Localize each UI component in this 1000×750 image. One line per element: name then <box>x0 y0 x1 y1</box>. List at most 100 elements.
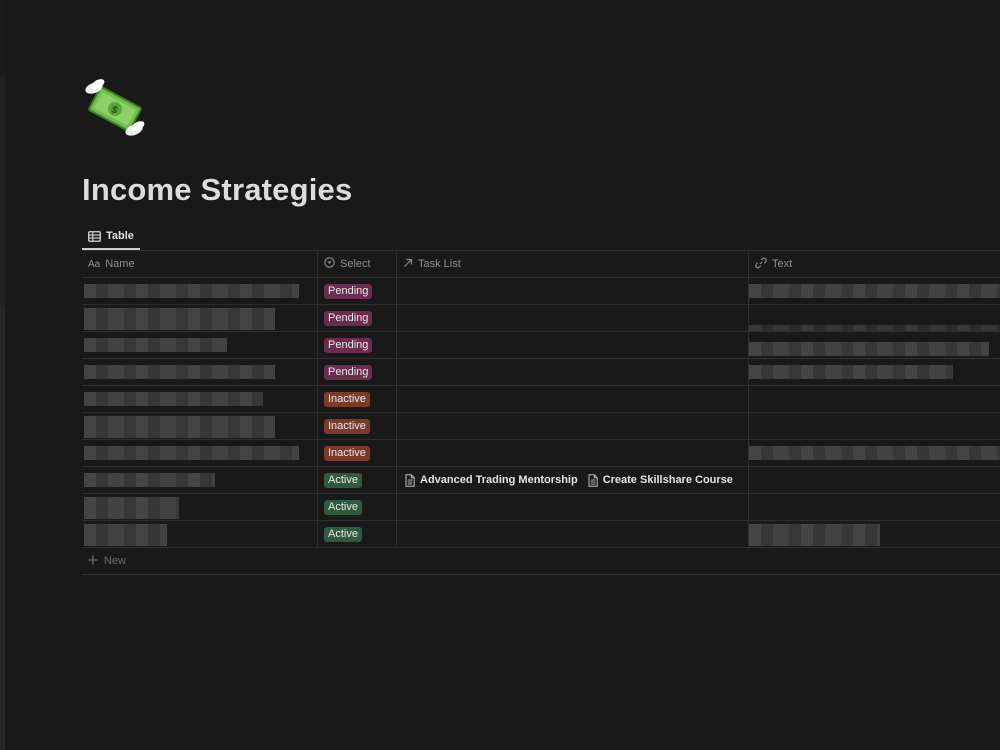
related-page-title: Advanced Trading Mentorship <box>420 474 578 486</box>
select-cell[interactable]: Active <box>318 494 397 520</box>
text-cell[interactable] <box>749 467 1000 493</box>
related-page-link[interactable]: Create Skillshare Course <box>588 473 733 487</box>
task-list-cell[interactable] <box>397 305 749 331</box>
redacted-text <box>749 365 953 379</box>
select-cell[interactable]: Pending <box>318 332 397 358</box>
select-cell[interactable]: Inactive <box>318 440 397 466</box>
select-cell[interactable]: Pending <box>318 278 397 304</box>
task-list-cell[interactable]: Advanced Trading Mentorship Create Skill… <box>397 467 749 493</box>
redacted-name <box>84 338 227 352</box>
text-cell[interactable] <box>749 332 1000 358</box>
select-cell[interactable]: Inactive <box>318 386 397 412</box>
redacted-text <box>749 284 1000 298</box>
page-document-icon <box>405 473 415 487</box>
tab-table-label: Table <box>106 230 134 242</box>
left-edge-scroll-area <box>0 305 5 750</box>
task-list-cell[interactable] <box>397 521 749 547</box>
name-cell[interactable] <box>82 521 318 547</box>
redacted-name <box>84 284 299 298</box>
column-header-label: Text <box>772 258 793 270</box>
text-cell[interactable] <box>749 521 1000 547</box>
page-document-icon <box>588 473 598 487</box>
page-title[interactable]: Income Strategies <box>82 172 352 208</box>
redacted-text <box>749 524 880 546</box>
text-cell[interactable] <box>749 413 1000 439</box>
redacted-name <box>84 392 263 406</box>
text-cell[interactable] <box>749 359 1000 385</box>
table-row[interactable]: Active Advanced Trading Mentorship Creat… <box>82 467 1000 494</box>
task-list-cell[interactable] <box>397 359 749 385</box>
status-tag[interactable]: Pending <box>324 310 373 326</box>
add-new-row-button[interactable]: New <box>82 548 1000 575</box>
name-cell[interactable] <box>82 332 318 358</box>
text-cell[interactable] <box>749 494 1000 520</box>
status-tag[interactable]: Inactive <box>324 391 370 407</box>
flying-money-icon[interactable]: $ <box>82 76 148 142</box>
status-tag[interactable]: Active <box>324 526 362 542</box>
select-property-icon <box>324 257 335 271</box>
relation-arrow-icon <box>403 258 413 271</box>
table-row[interactable]: Inactive <box>82 440 1000 467</box>
status-tag[interactable]: Inactive <box>324 445 370 461</box>
column-header-select[interactable]: Select <box>318 251 397 277</box>
redacted-name <box>84 308 275 330</box>
column-header-label: Task List <box>418 258 461 270</box>
page: $ Income Strategies Table Aa Name Select… <box>82 0 1000 750</box>
related-page-title: Create Skillshare Course <box>602 474 733 486</box>
table-row[interactable]: Active <box>82 521 1000 548</box>
related-page-link[interactable]: Advanced Trading Mentorship <box>405 473 578 487</box>
status-tag[interactable]: Pending <box>324 364 373 380</box>
status-tag[interactable]: Pending <box>324 283 373 299</box>
text-cell[interactable] <box>749 386 1000 412</box>
redacted-text <box>749 325 1000 331</box>
select-cell[interactable]: Pending <box>318 305 397 331</box>
name-cell[interactable] <box>82 494 318 520</box>
left-edge-top <box>0 0 5 75</box>
column-header-task-list[interactable]: Task List <box>397 251 749 277</box>
table-row[interactable]: Inactive <box>82 386 1000 413</box>
table-row[interactable]: Inactive <box>82 413 1000 440</box>
name-cell[interactable] <box>82 440 318 466</box>
name-cell[interactable] <box>82 359 318 385</box>
text-cell[interactable] <box>749 305 1000 331</box>
column-header-text[interactable]: Text <box>749 251 1000 277</box>
column-header-name[interactable]: Aa Name <box>82 251 318 277</box>
text-cell[interactable] <box>749 278 1000 304</box>
text-cell[interactable] <box>749 440 1000 466</box>
table-header: Aa Name Select Task List Text <box>82 250 1000 278</box>
select-cell[interactable]: Pending <box>318 359 397 385</box>
task-list-cell[interactable] <box>397 332 749 358</box>
table-row[interactable]: Pending <box>82 359 1000 386</box>
select-cell[interactable]: Active <box>318 467 397 493</box>
name-cell[interactable] <box>82 386 318 412</box>
task-list-cell[interactable] <box>397 494 749 520</box>
select-cell[interactable]: Inactive <box>318 413 397 439</box>
redacted-name <box>84 473 215 487</box>
status-tag[interactable]: Pending <box>324 337 373 353</box>
status-tag[interactable]: Active <box>324 499 362 515</box>
name-cell[interactable] <box>82 413 318 439</box>
redacted-name <box>84 524 167 546</box>
status-tag[interactable]: Active <box>324 472 362 488</box>
task-list-cell[interactable] <box>397 413 749 439</box>
task-list-cell[interactable] <box>397 278 749 304</box>
text-property-icon: Aa <box>88 258 101 270</box>
name-cell[interactable] <box>82 467 318 493</box>
table-row[interactable]: Pending <box>82 305 1000 332</box>
name-cell[interactable] <box>82 278 318 304</box>
tab-table-view[interactable]: Table <box>82 224 140 250</box>
name-cell[interactable] <box>82 305 318 331</box>
redacted-name <box>84 446 299 460</box>
database-table: Aa Name Select Task List Text Pending Pe… <box>82 250 1000 575</box>
redacted-name <box>84 497 179 519</box>
task-list-cell[interactable] <box>397 386 749 412</box>
redacted-name <box>84 416 275 438</box>
column-header-label: Name <box>105 258 135 270</box>
table-row[interactable]: Pending <box>82 278 1000 305</box>
table-row[interactable]: Pending <box>82 332 1000 359</box>
link-property-icon <box>755 257 767 272</box>
task-list-cell[interactable] <box>397 440 749 466</box>
table-row[interactable]: Active <box>82 494 1000 521</box>
status-tag[interactable]: Inactive <box>324 418 370 434</box>
select-cell[interactable]: Active <box>318 521 397 547</box>
